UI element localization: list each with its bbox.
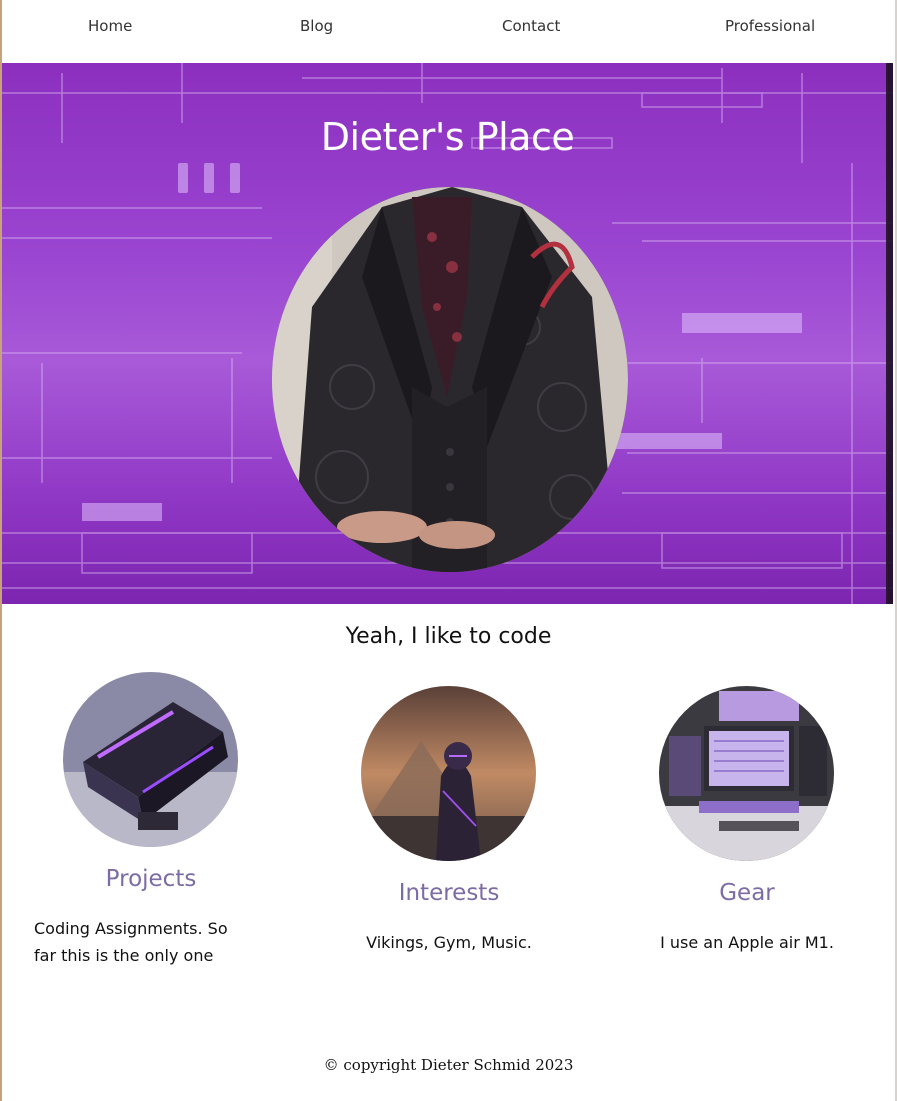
nav-item-blog[interactable]: Blog [300,17,333,35]
nav-item-home[interactable]: Home [88,17,132,35]
site-title: Dieter's Place [320,115,575,159]
card-title-gear: Gear [719,880,775,906]
page: Home Blog Contact Professional Dieter's … [0,0,897,1101]
interests-image [361,686,536,861]
hero-banner: Dieter's Place [2,63,893,604]
card-desc-interests: Vikings, Gym, Music. [366,933,532,952]
profile-portrait-image [272,187,628,572]
projects-image [63,672,238,847]
footer-copyright: © copyright Dieter Schmid 2023 [323,1056,574,1074]
card-title-interests: Interests [398,880,500,906]
card-desc-gear: I use an Apple air M1. [660,933,834,952]
nav-item-professional[interactable]: Professional [725,17,815,35]
nav-item-contact[interactable]: Contact [502,17,560,35]
gear-image [659,686,834,861]
card-title-projects: Projects [105,866,197,892]
top-nav: Home Blog Contact Professional [2,0,895,62]
tagline: Yeah, I like to code [345,624,552,649]
card-desc-projects: Coding Assignments. So far this is the o… [34,919,228,965]
